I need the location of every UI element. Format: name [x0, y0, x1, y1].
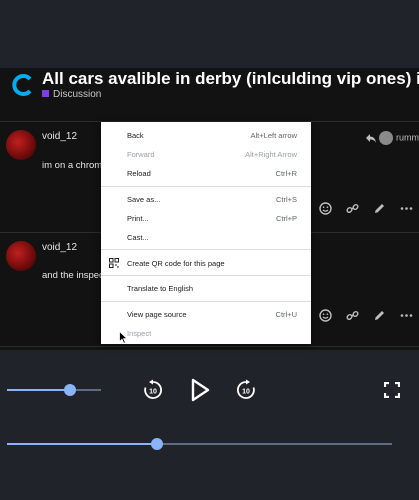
menu-item-view-page-source[interactable]: View page source Ctrl+U: [101, 305, 311, 323]
menu-item-label: Reload: [127, 169, 151, 178]
svg-text:10: 10: [242, 389, 250, 396]
menu-separator: [101, 186, 311, 187]
post-body: and the inspec: [42, 270, 104, 281]
discourse-logo-icon[interactable]: [10, 73, 34, 97]
edit-pencil-icon[interactable]: [373, 202, 386, 215]
menu-item-label: Cast...: [127, 233, 149, 242]
menu-item-cast[interactable]: Cast...: [101, 228, 311, 246]
seek-bar-thumb[interactable]: [151, 438, 164, 450]
menu-item-back[interactable]: Back Alt+Left arrow: [101, 126, 311, 144]
menu-item-label: Create QR code for this page: [127, 259, 225, 268]
fullscreen-icon[interactable]: [384, 382, 400, 398]
menu-item-label: Print...: [127, 214, 149, 223]
like-icon[interactable]: [319, 309, 332, 322]
menu-item-label: Translate to English: [127, 284, 194, 293]
menu-item-reload[interactable]: Reload Ctrl+R: [101, 164, 311, 182]
menu-item-shortcut: Ctrl+U: [275, 310, 297, 319]
category-badge[interactable]: Discussion: [42, 89, 101, 100]
video-player-controls: 10 10: [0, 350, 419, 500]
post-actions: [319, 309, 413, 322]
menu-item-shortcut: Alt+Right Arrow: [245, 150, 297, 159]
mouse-cursor-icon: [119, 331, 128, 344]
menu-item-inspect[interactable]: Inspect: [101, 324, 311, 342]
post-actions: [319, 202, 413, 215]
edit-pencil-icon[interactable]: [373, 309, 386, 322]
post-body: im on a chrom: [42, 160, 103, 171]
replay-10-icon[interactable]: 10: [142, 379, 164, 401]
menu-item-label: View page source: [127, 310, 187, 319]
menu-item-save-as[interactable]: Save as... Ctrl+S: [101, 190, 311, 208]
qr-code-icon: [109, 258, 119, 268]
link-icon[interactable]: [346, 202, 359, 215]
category-label: Discussion: [53, 89, 102, 100]
menu-item-forward[interactable]: Forward Alt+Right Arrow: [101, 145, 311, 163]
menu-item-shortcut: Alt+Left arrow: [250, 131, 297, 140]
volume-slider-fill: [7, 389, 70, 391]
post-username[interactable]: void_12: [42, 242, 77, 253]
reply-username: rumm: [396, 132, 419, 143]
top-bar: [0, 0, 419, 68]
more-icon[interactable]: [400, 309, 413, 322]
more-icon[interactable]: [400, 202, 413, 215]
category-color-square: [42, 90, 49, 97]
forward-10-icon[interactable]: 10: [235, 379, 257, 401]
play-icon[interactable]: [188, 377, 212, 403]
menu-separator: [101, 249, 311, 250]
like-icon[interactable]: [319, 202, 332, 215]
volume-slider-thumb[interactable]: [63, 384, 76, 396]
menu-item-create-qr-code[interactable]: Create QR code for this page: [101, 254, 311, 272]
avatar[interactable]: [6, 130, 36, 160]
menu-item-shortcut: Ctrl+S: [275, 195, 297, 204]
reply-arrow-icon: [366, 133, 376, 143]
topic-title[interactable]: All cars avalible in derby (inlculding v…: [42, 69, 419, 89]
menu-item-label: Save as...: [127, 195, 161, 204]
svg-text:10: 10: [149, 389, 157, 396]
link-icon[interactable]: [346, 309, 359, 322]
menu-item-label: Forward: [127, 150, 155, 159]
avatar[interactable]: [6, 241, 36, 271]
post-divider: [0, 346, 419, 347]
menu-item-shortcut: Ctrl+R: [275, 169, 297, 178]
menu-item-shortcut: Ctrl+P: [275, 214, 297, 223]
reply-to-indicator[interactable]: rumm: [366, 131, 419, 145]
topic-header: All cars avalible in derby (inlculding v…: [10, 68, 419, 118]
menu-item-label: Inspect: [127, 329, 152, 338]
menu-item-translate[interactable]: Translate to English: [101, 279, 311, 297]
seek-bar-fill: [7, 443, 158, 445]
context-menu: Back Alt+Left arrow Forward Alt+Right Ar…: [101, 122, 311, 344]
menu-separator: [101, 275, 311, 276]
menu-separator: [101, 301, 311, 302]
menu-item-print[interactable]: Print... Ctrl+P: [101, 209, 311, 227]
post-username[interactable]: void_12: [42, 131, 77, 142]
reply-avatar: [379, 131, 393, 145]
menu-item-label: Back: [127, 131, 144, 140]
